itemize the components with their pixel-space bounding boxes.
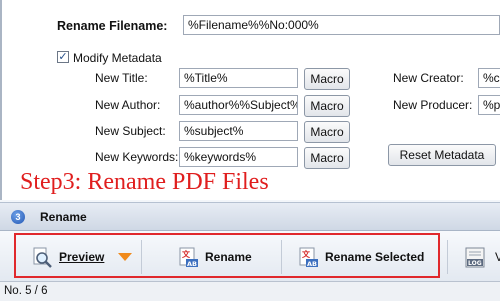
- rename-selected-button[interactable]: 文 AB Rename Selected: [299, 241, 424, 273]
- new-producer-input[interactable]: %pr: [478, 95, 500, 115]
- toolbar-separator: [141, 240, 142, 274]
- rename-button[interactable]: 文 AB Rename: [179, 241, 252, 273]
- new-subject-input[interactable]: %subject%: [179, 121, 298, 141]
- svg-text:AB: AB: [307, 260, 317, 268]
- toolbar-separator: [281, 240, 282, 274]
- log-icon: LOG: [465, 247, 487, 268]
- new-author-label: New Author:: [95, 98, 161, 112]
- magnifier-icon: [33, 247, 52, 268]
- new-title-label: New Title:: [95, 71, 148, 85]
- new-producer-label: New Producer:: [393, 98, 473, 112]
- preview-label: Preview: [59, 250, 105, 264]
- new-title-input[interactable]: %Title%: [179, 68, 298, 88]
- dropdown-arrow-icon[interactable]: [118, 253, 133, 261]
- new-keywords-input[interactable]: %keywords%: [179, 147, 298, 167]
- rename-selected-label: Rename Selected: [325, 250, 425, 264]
- rename-filename-input[interactable]: %Filename%%No:000%: [183, 15, 500, 35]
- section-title: Rename: [40, 210, 87, 224]
- step-annotation: Step3: Rename PDF Files: [20, 169, 269, 195]
- svg-text:文: 文: [182, 249, 191, 259]
- log-button[interactable]: LOG V: [465, 241, 500, 273]
- title-macro-button[interactable]: Macro: [304, 68, 350, 90]
- log-icon-text: LOG: [468, 260, 482, 267]
- subject-macro-button[interactable]: Macro: [304, 121, 350, 143]
- preview-button[interactable]: Preview: [33, 241, 133, 273]
- modify-metadata-label: Modify Metadata: [73, 51, 162, 65]
- svg-text:AB: AB: [187, 260, 197, 268]
- new-creator-label: New Creator:: [393, 71, 464, 85]
- rename-selected-icon: 文 AB: [299, 247, 318, 268]
- truncated-button-label: V: [495, 250, 500, 264]
- reset-metadata-button[interactable]: Reset Metadata: [388, 144, 496, 166]
- new-author-input[interactable]: %author%%Subject%: [179, 95, 298, 115]
- rename-section-header[interactable]: 3 Rename: [0, 202, 500, 231]
- new-creator-input[interactable]: %cr: [478, 68, 500, 88]
- keywords-macro-button[interactable]: Macro: [304, 147, 350, 169]
- rename-label: Rename: [205, 250, 252, 264]
- new-keywords-label: New Keywords:: [95, 150, 179, 164]
- status-text: No. 5 / 6: [4, 285, 48, 297]
- rename-filename-label: Rename Filename:: [57, 19, 168, 33]
- author-macro-button[interactable]: Macro: [304, 95, 350, 117]
- toolbar-separator: [447, 240, 448, 274]
- new-subject-label: New Subject:: [95, 124, 166, 138]
- status-bar: No. 5 / 6: [0, 281, 500, 301]
- panel-left-edge: [0, 0, 2, 200]
- svg-text:文: 文: [302, 249, 311, 259]
- modify-metadata-checkbox[interactable]: ✓: [57, 51, 69, 63]
- section-number-badge: 3: [11, 210, 25, 224]
- rename-file-icon: 文 AB: [179, 247, 198, 268]
